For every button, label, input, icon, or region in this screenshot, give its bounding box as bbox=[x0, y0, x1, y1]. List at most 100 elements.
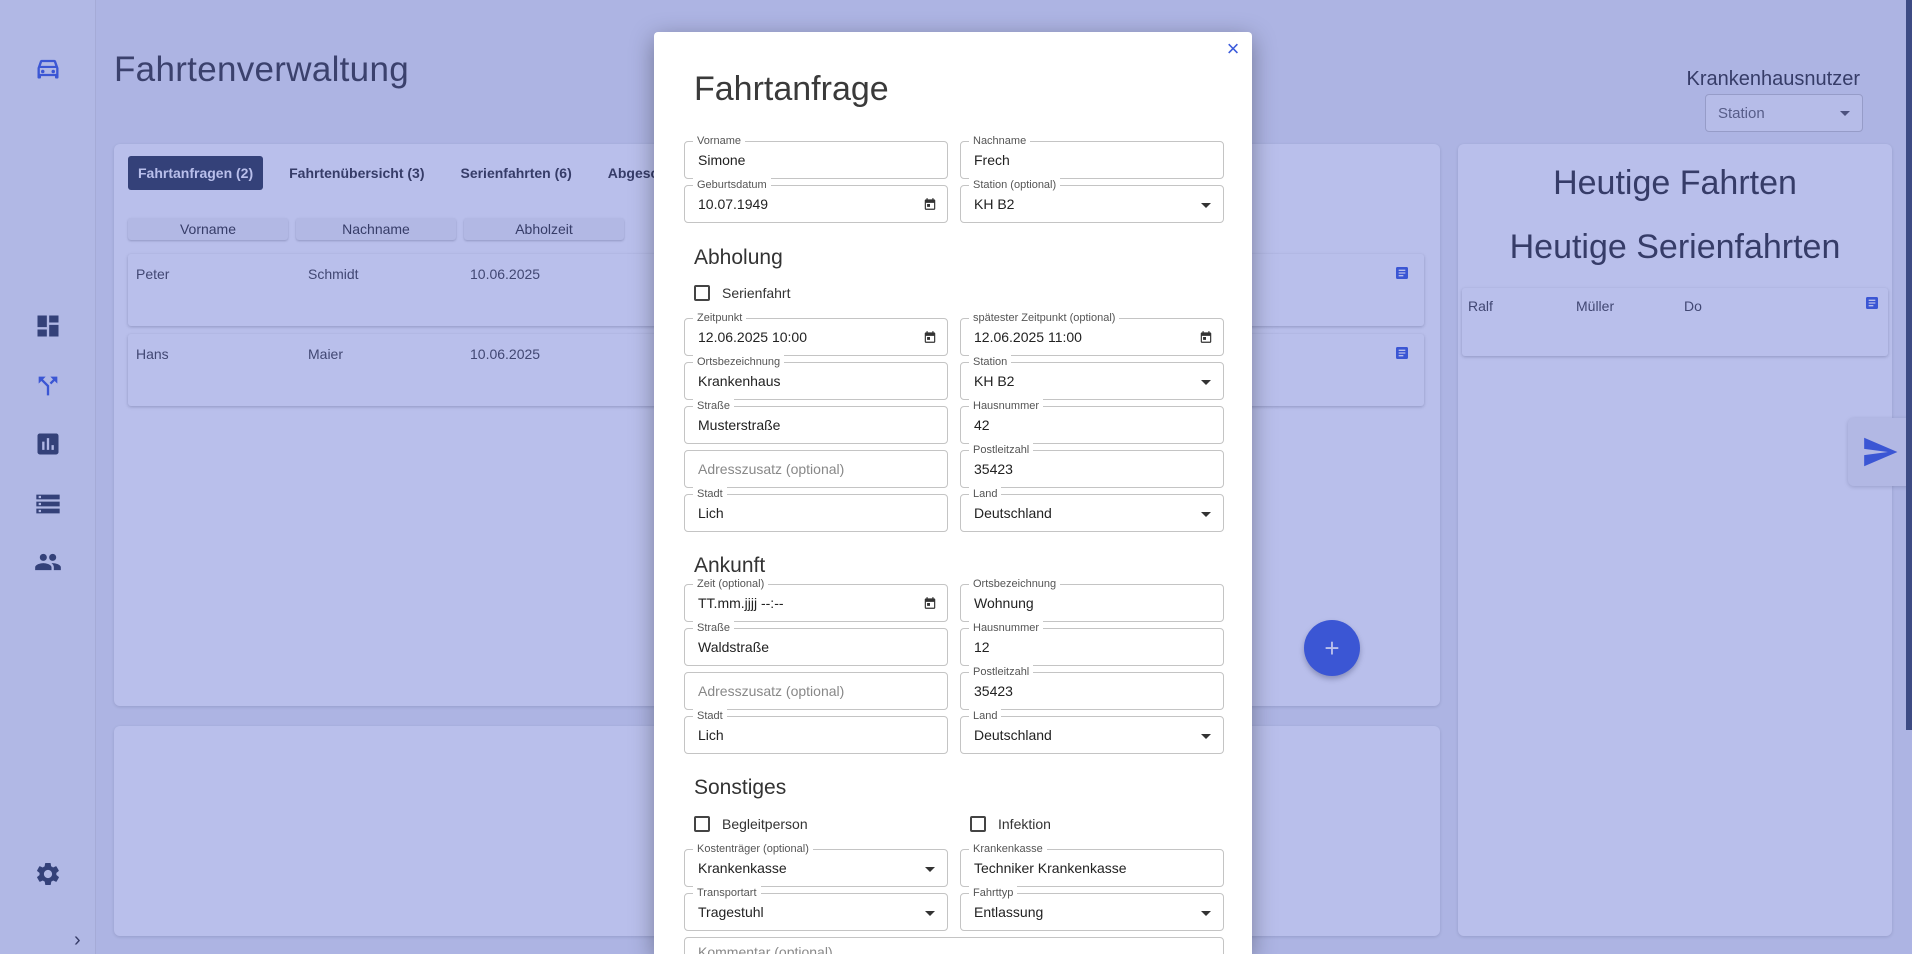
field-value: Entlassung bbox=[974, 904, 1044, 920]
field-value: Tragestuhl bbox=[698, 904, 764, 920]
field-value: KH B2 bbox=[974, 373, 1015, 389]
field-value: Simone bbox=[698, 152, 746, 168]
transportart-field[interactable]: Transportart Tragestuhl bbox=[684, 886, 948, 931]
close-icon[interactable]: × bbox=[1222, 38, 1244, 60]
field-label: Postleitzahl bbox=[969, 665, 1034, 679]
field-label: Vorname bbox=[693, 134, 746, 148]
calendar-icon[interactable] bbox=[1199, 330, 1213, 344]
ankunft-zeit-field[interactable]: Zeit (optional) TT.mm.jjjj --:-- bbox=[684, 577, 948, 622]
ankunft-ortsbezeichnung-field[interactable]: Ortsbezeichnung Wohnung bbox=[960, 577, 1224, 622]
field-label: Stadt bbox=[693, 487, 727, 501]
ankunft-hausnummer-field[interactable]: Hausnummer 12 bbox=[960, 621, 1224, 666]
field-value: Krankenhaus bbox=[698, 373, 781, 389]
abholung-land-field[interactable]: Land Deutschland bbox=[960, 487, 1224, 532]
vorname-field[interactable]: Vorname Simone bbox=[684, 134, 948, 179]
abholung-ortsbezeichnung-field[interactable]: Ortsbezeichnung Krankenhaus bbox=[684, 355, 948, 400]
ankunft-stadt-field[interactable]: Stadt Lich bbox=[684, 709, 948, 754]
field-label: Station (optional) bbox=[969, 178, 1061, 192]
spaetester-zeitpunkt-field[interactable]: spätester Zeitpunkt (optional) 12.06.202… bbox=[960, 311, 1224, 356]
field-placeholder: Adresszusatz (optional) bbox=[698, 461, 845, 477]
calendar-icon[interactable] bbox=[923, 596, 937, 610]
nachname-field[interactable]: Nachname Frech bbox=[960, 134, 1224, 179]
ankunft-adresszusatz-field[interactable]: Adresszusatz (optional) bbox=[684, 672, 948, 710]
field-value: Wohnung bbox=[974, 595, 1034, 611]
field-label: spätester Zeitpunkt (optional) bbox=[969, 311, 1120, 325]
field-label: Fahrttyp bbox=[969, 886, 1018, 900]
dialog-title: Fahrtanfrage bbox=[694, 70, 889, 108]
checkbox-box bbox=[694, 816, 710, 832]
abholung-hausnummer-field[interactable]: Hausnummer 42 bbox=[960, 399, 1224, 444]
abholung-adresszusatz-field[interactable]: Adresszusatz (optional) bbox=[684, 450, 948, 488]
field-label: Stadt bbox=[693, 709, 727, 723]
field-value: Deutschland bbox=[974, 727, 1052, 743]
field-label: Ortsbezeichnung bbox=[693, 355, 785, 369]
field-value: Techniker Krankenkasse bbox=[974, 860, 1127, 876]
field-value: Krankenkasse bbox=[698, 860, 787, 876]
field-value: 12 bbox=[974, 639, 990, 655]
chevron-down-icon bbox=[1201, 512, 1211, 517]
zeitpunkt-field[interactable]: Zeitpunkt 12.06.2025 10:00 bbox=[684, 311, 948, 356]
field-label: Land bbox=[969, 709, 1002, 723]
abholung-stadt-field[interactable]: Stadt Lich bbox=[684, 487, 948, 532]
checkbox-box bbox=[694, 285, 710, 301]
section-abholung: Abholung bbox=[694, 246, 783, 269]
field-label: Postleitzahl bbox=[969, 443, 1034, 457]
field-label: Zeit (optional) bbox=[693, 577, 769, 591]
field-value: 12.06.2025 10:00 bbox=[698, 329, 807, 345]
field-value: Lich bbox=[698, 727, 724, 743]
field-value: Musterstraße bbox=[698, 417, 781, 433]
abholung-postleitzahl-field[interactable]: Postleitzahl 35423 bbox=[960, 443, 1224, 488]
field-value: Waldstraße bbox=[698, 639, 770, 655]
field-placeholder: Kommentar (optional) bbox=[698, 944, 833, 954]
field-value: 35423 bbox=[974, 683, 1013, 699]
serienfahrt-checkbox[interactable]: Serienfahrt bbox=[694, 285, 790, 301]
station-field[interactable]: Station (optional) KH B2 bbox=[960, 178, 1224, 223]
field-value: Deutschland bbox=[974, 505, 1052, 521]
field-value: Frech bbox=[974, 152, 1010, 168]
field-value: 42 bbox=[974, 417, 990, 433]
field-value: Lich bbox=[698, 505, 724, 521]
field-label: Straße bbox=[693, 621, 735, 635]
geburtsdatum-field[interactable]: Geburtsdatum 10.07.1949 bbox=[684, 178, 948, 223]
field-value: KH B2 bbox=[974, 196, 1015, 212]
checkbox-box bbox=[970, 816, 986, 832]
chevron-down-icon bbox=[925, 867, 935, 872]
ankunft-land-field[interactable]: Land Deutschland bbox=[960, 709, 1224, 754]
field-value: 10.07.1949 bbox=[698, 196, 769, 212]
field-label: Nachname bbox=[969, 134, 1031, 148]
field-value: 35423 bbox=[974, 461, 1013, 477]
section-ankunft: Ankunft bbox=[694, 554, 766, 577]
field-placeholder: Adresszusatz (optional) bbox=[698, 683, 845, 699]
field-label: Station bbox=[969, 355, 1012, 369]
chevron-down-icon bbox=[1201, 911, 1211, 916]
field-label: Straße bbox=[693, 399, 735, 413]
field-label: Krankenkasse bbox=[969, 842, 1047, 856]
calendar-icon[interactable] bbox=[923, 197, 937, 211]
kostentraeger-field[interactable]: Kostenträger (optional) Krankenkasse bbox=[684, 842, 948, 887]
kommentar-field[interactable]: Kommentar (optional) bbox=[684, 937, 1224, 954]
checkbox-label: Infektion bbox=[998, 816, 1051, 832]
begleitperson-checkbox[interactable]: Begleitperson bbox=[694, 816, 808, 832]
checkbox-label: Serienfahrt bbox=[722, 285, 791, 301]
infektion-checkbox[interactable]: Infektion bbox=[970, 816, 1051, 832]
chevron-down-icon bbox=[925, 911, 935, 916]
field-label: Geburtsdatum bbox=[693, 178, 771, 192]
field-label: Land bbox=[969, 487, 1002, 501]
field-label: Zeitpunkt bbox=[693, 311, 747, 325]
chevron-down-icon bbox=[1201, 380, 1211, 385]
field-value: TT.mm.jjjj --:-- bbox=[698, 595, 784, 611]
ankunft-postleitzahl-field[interactable]: Postleitzahl 35423 bbox=[960, 665, 1224, 710]
abholung-strasse-field[interactable]: Straße Musterstraße bbox=[684, 399, 948, 444]
field-label: Kostenträger (optional) bbox=[693, 842, 813, 856]
section-sonstiges: Sonstiges bbox=[694, 776, 787, 799]
field-label: Transportart bbox=[693, 886, 761, 900]
fahrttyp-field[interactable]: Fahrttyp Entlassung bbox=[960, 886, 1224, 931]
trip-request-dialog: × Fahrtanfrage Vorname Simone Nachname F… bbox=[654, 32, 1252, 954]
abholung-station-field[interactable]: Station KH B2 bbox=[960, 355, 1224, 400]
chevron-down-icon bbox=[1201, 203, 1211, 208]
ankunft-strasse-field[interactable]: Straße Waldstraße bbox=[684, 621, 948, 666]
krankenkasse-field[interactable]: Krankenkasse Techniker Krankenkasse bbox=[960, 842, 1224, 887]
calendar-icon[interactable] bbox=[923, 330, 937, 344]
field-label: Hausnummer bbox=[969, 399, 1044, 413]
chevron-down-icon bbox=[1201, 734, 1211, 739]
